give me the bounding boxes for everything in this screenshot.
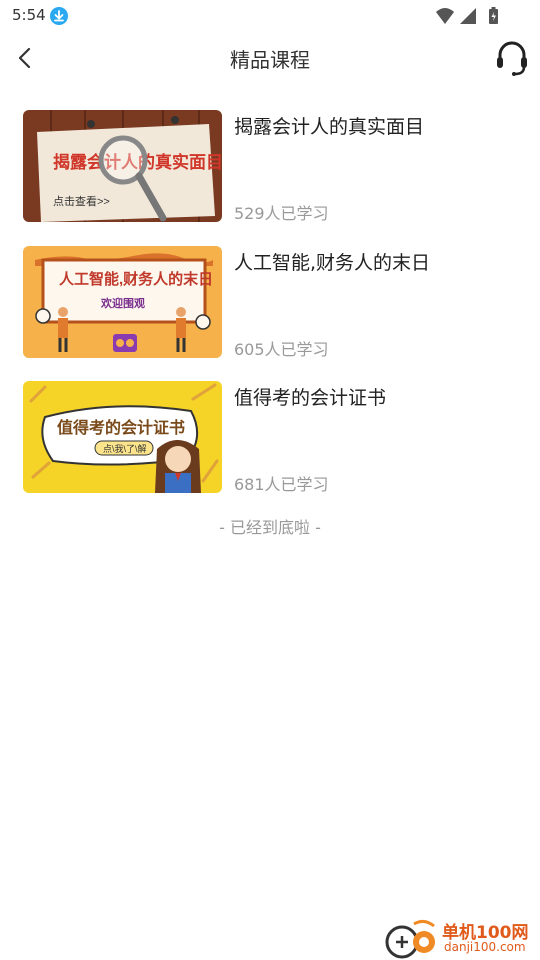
- watermark: 单机100网 danji100.com: [384, 916, 534, 960]
- girl-illustration-icon: [155, 440, 201, 493]
- headset-icon: [497, 41, 527, 76]
- thumb-subtext: 欢迎围观: [100, 296, 145, 310]
- learner-count: 529人已学习: [234, 204, 329, 223]
- signal-icon: [460, 8, 476, 24]
- app-header: 精品课程: [0, 32, 540, 84]
- battery-icon: [489, 7, 498, 24]
- status-bar: 5:54: [0, 0, 540, 32]
- course-thumbnail[interactable]: 值得考的会计证书 点\我\了\解: [23, 381, 222, 493]
- watermark-url: danji100.com: [444, 940, 526, 954]
- course-item[interactable]: 人工智能,财务人的末日 欢迎围观 人工智能,财务人的末日 605人已学习: [0, 245, 540, 382]
- course-item[interactable]: 值得考的会计证书 点\我\了\解 值得考的会计证书 681人已学习: [0, 381, 540, 517]
- course-title[interactable]: 值得考的会计证书: [234, 383, 386, 410]
- learner-count: 681人已学习: [234, 475, 329, 494]
- page-title: 精品课程: [230, 48, 310, 72]
- thumb-subtext: 点击查看>>: [53, 194, 110, 208]
- learner-count: 605人已学习: [234, 339, 329, 359]
- end-of-list-tip: - 已经到底啦 -: [219, 518, 321, 537]
- course-item[interactable]: 揭露会计人的真实面目 点击查看>> 揭露会计人的真实面目 529人已学习: [0, 110, 540, 246]
- course-title[interactable]: 揭露会计人的真实面目: [234, 112, 424, 139]
- status-icons: [434, 6, 506, 26]
- wifi-icon: [436, 8, 454, 24]
- status-time: 5:54: [12, 6, 46, 24]
- course-list: 揭露会计人的真实面目 点击查看>> 揭露会计人的真实面目 529人已学习 人工智…: [0, 110, 540, 517]
- download-icon: [50, 7, 68, 25]
- course-thumbnail[interactable]: 揭露会计人的真实面目 点击查看>>: [23, 110, 222, 222]
- thumb-headline: 人工智能,财务人的末日: [59, 270, 213, 288]
- course-thumbnail[interactable]: 人工智能,财务人的末日 欢迎围观: [23, 245, 222, 358]
- thumb-headline: 值得考的会计证书: [57, 418, 185, 437]
- course-title[interactable]: 人工智能,财务人的末日: [234, 248, 430, 275]
- customer-service-button[interactable]: [494, 38, 530, 78]
- watermark-logo-icon: [385, 919, 435, 959]
- radio-icon: [113, 333, 137, 352]
- thumb-subtext: 点\我\了\解: [103, 443, 147, 454]
